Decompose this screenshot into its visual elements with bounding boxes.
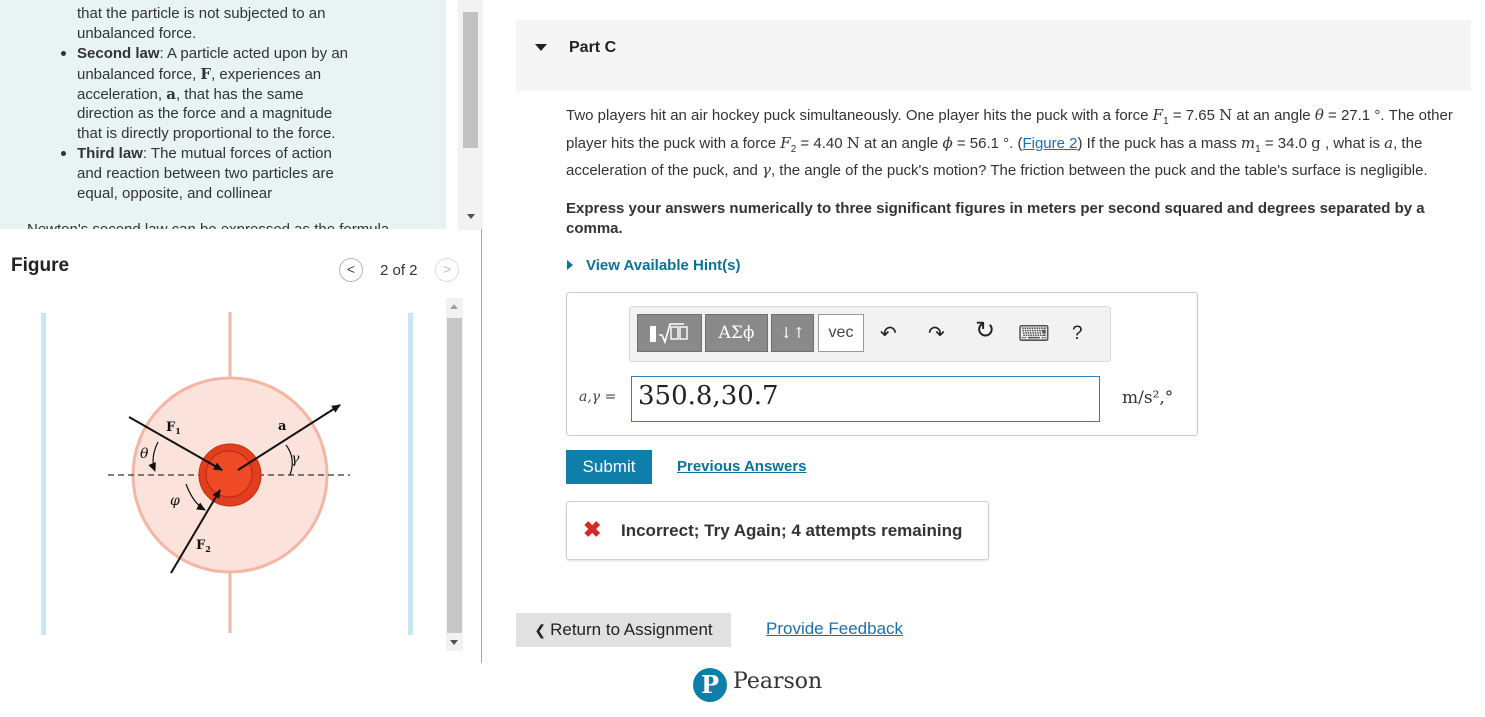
answer-label: a,γ =	[579, 389, 617, 405]
second-law-line: direction as the force and a magnitude	[77, 105, 333, 122]
hint-scrollbar[interactable]	[458, 0, 483, 230]
label-theta: θ	[140, 446, 149, 462]
label-phi: φ	[170, 493, 180, 509]
hint-line: that the particle is not subjected to an	[77, 5, 326, 22]
second-law-line: acceleration, a, that has the same	[77, 85, 304, 103]
question-text: Two players hit an air hockey puck simul…	[566, 106, 1453, 179]
figure-next-button[interactable]: >	[435, 258, 459, 282]
bullet	[61, 151, 66, 156]
templates-button[interactable]	[637, 314, 702, 352]
collapse-caret-icon[interactable]	[535, 44, 547, 51]
label-a: a	[278, 419, 287, 434]
incorrect-icon: ✖	[583, 517, 602, 542]
instructions: Express your answers numerically to thre…	[566, 200, 1425, 237]
scrollbar-thumb[interactable]	[463, 12, 478, 148]
third-law-line: Third law: The mutual forces of action	[77, 145, 332, 162]
chevron-left-icon: ❮	[534, 622, 547, 638]
figure-prev-button[interactable]: <	[339, 258, 363, 282]
vector-button[interactable]: vec	[818, 314, 864, 352]
scroll-down-arrow-icon[interactable]	[467, 214, 475, 219]
submit-button[interactable]: Submit	[566, 450, 652, 484]
third-law-line: and reaction between two particles are	[77, 165, 334, 182]
figure-page-count: 2 of 2	[380, 262, 418, 279]
pearson-brand-name: Pearson	[733, 669, 823, 694]
label-gamma: γ	[291, 451, 300, 467]
hint-cut-line: Newton's second law can be expressed as …	[27, 220, 389, 229]
pearson-logo-icon: P	[693, 668, 727, 702]
table-rail-left	[41, 313, 46, 635]
second-law-line: unbalanced force, F, experiences an	[77, 65, 322, 83]
third-law-line: equal, opposite, and collinear	[77, 185, 273, 202]
scroll-up-arrow-icon[interactable]	[450, 304, 458, 309]
view-hints-link[interactable]: View Available Hint(s)	[586, 257, 741, 274]
table-rail-right	[408, 313, 413, 635]
bullet	[61, 51, 66, 56]
greek-symbols-button[interactable]: ΑΣϕ	[705, 314, 768, 352]
undo-icon[interactable]: ↶	[880, 323, 897, 345]
expand-caret-icon[interactable]	[567, 260, 573, 270]
answer-units: m/s²,°	[1122, 388, 1174, 408]
figure-2-link[interactable]: Figure 2	[1022, 135, 1077, 152]
feedback-text: Incorrect; Try Again; 4 attempts remaini…	[621, 521, 963, 540]
figure-label: Figure	[11, 255, 70, 276]
return-to-assignment-button[interactable]: ❮ Return to Assignment	[516, 613, 731, 647]
part-title: Part C	[569, 39, 617, 56]
panel-divider	[481, 229, 482, 663]
figure-scrollbar[interactable]	[446, 298, 463, 651]
figure-diagram: F1 F2 a γ θ φ	[41, 312, 413, 635]
answer-input[interactable]: 350.8,30.7	[631, 376, 1100, 422]
hint-panel: that the particle is not subjected to an…	[0, 0, 446, 229]
redo-icon[interactable]: ↷	[928, 323, 945, 345]
subscript-superscript-button[interactable]: ↓↑	[771, 314, 814, 352]
keyboard-icon[interactable]: ⌨	[1018, 323, 1050, 345]
reset-icon[interactable]: ↻	[975, 319, 995, 343]
scrollbar-thumb[interactable]	[447, 318, 462, 633]
hint-line: unbalanced force.	[77, 25, 197, 42]
part-header[interactable]	[516, 20, 1471, 91]
scroll-down-arrow-icon[interactable]	[450, 640, 458, 645]
second-law-line: Second law: A particle acted upon by an	[77, 45, 348, 62]
previous-answers-link[interactable]: Previous Answers	[677, 458, 807, 475]
templates-icon	[650, 323, 688, 345]
provide-feedback-link[interactable]: Provide Feedback	[766, 619, 903, 639]
help-icon[interactable]: ?	[1072, 323, 1083, 345]
second-law-line: that is directly proportional to the for…	[77, 125, 336, 142]
